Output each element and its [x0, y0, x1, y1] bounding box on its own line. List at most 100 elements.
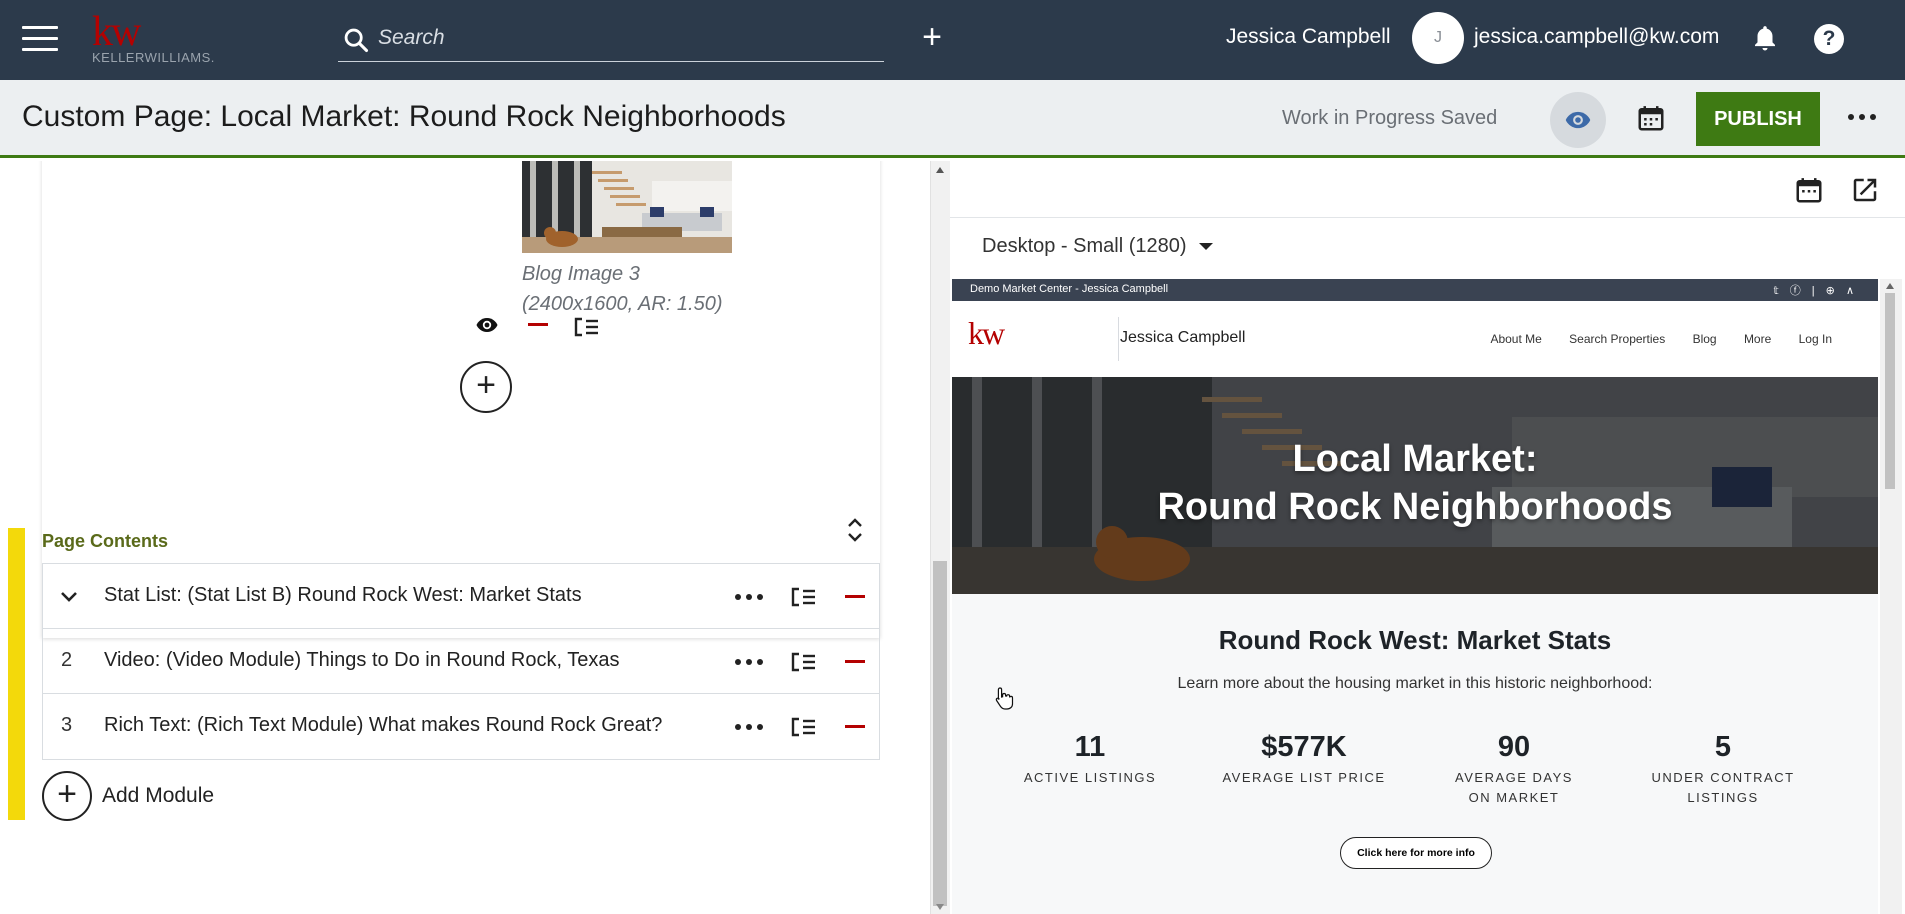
eye-icon [1565, 111, 1591, 129]
module-remove-icon[interactable] [845, 725, 865, 728]
hand-cursor-icon [994, 686, 1014, 715]
open-external-icon[interactable] [1850, 175, 1880, 210]
notifications-bell-icon[interactable] [1750, 22, 1780, 59]
preview-strip-text: Demo Market Center - Jessica Campbell [970, 283, 1169, 295]
stat-label-line2: LISTINGS [1687, 790, 1759, 805]
scrollbar-thumb[interactable] [933, 561, 947, 906]
preview-logo[interactable]: kw [968, 315, 1005, 352]
preview-agent-name[interactable]: Jessica Campbell [1120, 329, 1245, 347]
module-reorder-icon[interactable] [789, 715, 817, 744]
preview-panel: Desktop - Small (1280) Demo Market Cente… [950, 161, 1905, 914]
stat-value: 11 [1074, 731, 1106, 763]
preview-hero: Local Market: Round Rock Neighborhoods [952, 377, 1878, 594]
module-row-3[interactable]: 3 Rich Text: (Rich Text Module) What mak… [43, 694, 879, 759]
search-bar[interactable] [338, 18, 884, 62]
module-more-icon[interactable] [735, 724, 763, 730]
module-row-1[interactable]: Stat List: (Stat List B) Round Rock West… [43, 564, 879, 629]
module-title[interactable]: Rich Text: (Rich Text Module) What makes… [104, 714, 662, 737]
reorder-icon[interactable] [572, 315, 600, 344]
stat-active-listings: 11 ACTIVE LISTINGS [1005, 731, 1175, 788]
module-title[interactable]: Video: (Video Module) Things to Do in Ro… [104, 649, 620, 672]
stat-label-line1: AVERAGE LIST PRICE [1222, 770, 1386, 785]
editor-panel: Blog Image 3 (2400x1600, AR: 1.50) + Pag… [0, 161, 930, 914]
preview-toggle-button[interactable] [1550, 92, 1606, 148]
create-new-icon[interactable]: + [918, 20, 946, 54]
publish-button[interactable]: PUBLISH [1696, 92, 1820, 146]
scrollbar-thumb[interactable] [1885, 293, 1895, 489]
section-highlight-bar [8, 528, 25, 820]
scroll-up-arrow-icon[interactable] [1886, 283, 1894, 289]
module-list: Stat List: (Stat List B) Round Rock West… [42, 563, 880, 760]
brand-logo[interactable]: kw KELLERWILLIAMS. [92, 9, 215, 65]
preview-top-strip: Demo Market Center - Jessica Campbell 𝕥 … [952, 279, 1878, 301]
more-info-button[interactable]: Click here for more info [1340, 837, 1492, 869]
scroll-up-arrow-icon[interactable] [936, 167, 944, 173]
caret-down-icon [1198, 243, 1213, 251]
logo-mark: kw [92, 9, 141, 55]
preview-nav-link[interactable]: About Me [1490, 332, 1541, 346]
site-preview: Demo Market Center - Jessica Campbell 𝕥 … [952, 279, 1878, 914]
preview-nav-link[interactable]: Search Properties [1569, 332, 1665, 346]
editor-scrollbar[interactable] [930, 161, 950, 914]
preview-nav-link[interactable]: More [1744, 332, 1771, 346]
stat-value: $577K [1261, 731, 1347, 763]
hero-title-line1: Local Market: [1292, 438, 1538, 480]
page-contents-label: Page Contents [42, 531, 169, 551]
module-reorder-icon[interactable] [789, 650, 817, 679]
image-caption-dimensions: (2400x1600, AR: 1.50) [522, 293, 723, 315]
device-size-dropdown[interactable]: Desktop - Small (1280) [982, 235, 1213, 258]
user-name[interactable]: Jessica Campbell [1226, 25, 1391, 49]
stat-label: ACTIVE LISTINGS [1005, 768, 1175, 788]
visibility-eye-icon[interactable] [472, 313, 502, 342]
stat-average-list-price: $577K AVERAGE LIST PRICE [1214, 731, 1394, 788]
stat-label-line1: AVERAGE DAYS [1455, 770, 1573, 785]
stat-label-line1: UNDER CONTRACT [1651, 770, 1795, 785]
module-title[interactable]: Stat List: (Stat List B) Round Rock West… [104, 584, 582, 607]
stat-label-line2: ON MARKET [1468, 790, 1560, 805]
remove-image-icon[interactable] [528, 323, 548, 326]
stat-under-contract: 5 UNDER CONTRACT LISTINGS [1638, 731, 1808, 808]
module-more-icon[interactable] [735, 594, 763, 600]
menu-icon[interactable] [22, 26, 58, 52]
module-more-icon[interactable] [735, 659, 763, 665]
avatar[interactable]: J [1412, 12, 1464, 64]
preview-toolbar [950, 161, 1905, 218]
device-size-value: Desktop - Small (1280) [982, 235, 1187, 257]
expand-collapse-icon[interactable] [846, 513, 864, 552]
hero-title-line2: Round Rock Neighborhoods [1157, 486, 1673, 528]
module-remove-icon[interactable] [845, 660, 865, 663]
add-image-button[interactable]: + [460, 361, 512, 413]
stat-value: 90 [1497, 731, 1531, 763]
scroll-down-arrow-icon[interactable] [936, 904, 944, 910]
preview-navbar: kw Jessica Campbell About Me Search Prop… [952, 301, 1878, 377]
plus-circle-icon: + [42, 771, 92, 821]
preview-nav-link[interactable]: Blog [1693, 332, 1717, 346]
help-icon[interactable]: ? [1814, 24, 1844, 54]
page-header: Custom Page: Local Market: Round Rock Ne… [0, 80, 1905, 158]
image-caption: Blog Image 3 (2400x1600, AR: 1.50) [522, 259, 762, 319]
chevron-down-icon[interactable] [59, 586, 79, 611]
more-options-icon[interactable] [1848, 114, 1876, 120]
logo-text: KELLERWILLIAMS. [92, 50, 215, 65]
user-email[interactable]: jessica.campbell@kw.com [1474, 25, 1719, 49]
calendar-icon[interactable] [1794, 175, 1824, 210]
stat-label: UNDER CONTRACT LISTINGS [1638, 768, 1808, 808]
module-row-2[interactable]: 2 Video: (Video Module) Things to Do in … [43, 629, 879, 694]
save-status: Work in Progress Saved [1282, 107, 1498, 129]
stats-subtitle: Learn more about the housing market in t… [1177, 675, 1653, 692]
image-caption-title: Blog Image 3 [522, 263, 640, 285]
blog-image-thumbnail[interactable] [522, 161, 732, 253]
module-remove-icon[interactable] [845, 595, 865, 598]
preview-nav-links: About Me Search Properties Blog More Log… [1466, 332, 1832, 346]
preview-nav-link[interactable]: Log In [1799, 332, 1832, 346]
preview-divider [1118, 317, 1119, 361]
search-icon [344, 28, 369, 53]
module-index: 3 [61, 714, 73, 736]
top-navigation-bar: kw KELLERWILLIAMS. + Jessica Campbell J … [0, 0, 1905, 80]
schedule-calendar-icon[interactable] [1636, 102, 1666, 139]
module-reorder-icon[interactable] [789, 585, 817, 614]
hero-title: Local Market: Round Rock Neighborhoods [952, 435, 1878, 531]
search-input[interactable] [378, 26, 858, 50]
stat-value: 5 [1714, 731, 1732, 763]
preview-scrollbar[interactable] [1880, 279, 1902, 914]
